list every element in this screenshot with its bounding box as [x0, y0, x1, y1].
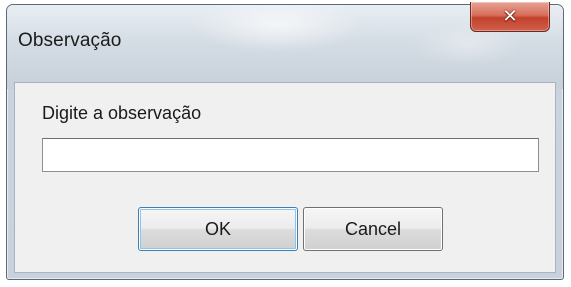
- dialog-title: Observação: [18, 30, 122, 51]
- observation-input[interactable]: [42, 138, 539, 172]
- ok-button[interactable]: OK: [138, 207, 298, 251]
- prompt-label: Digite a observação: [42, 103, 202, 123]
- close-button[interactable]: ✕: [470, 2, 550, 32]
- close-icon: ✕: [502, 5, 518, 27]
- cancel-button[interactable]: Cancel: [303, 207, 443, 251]
